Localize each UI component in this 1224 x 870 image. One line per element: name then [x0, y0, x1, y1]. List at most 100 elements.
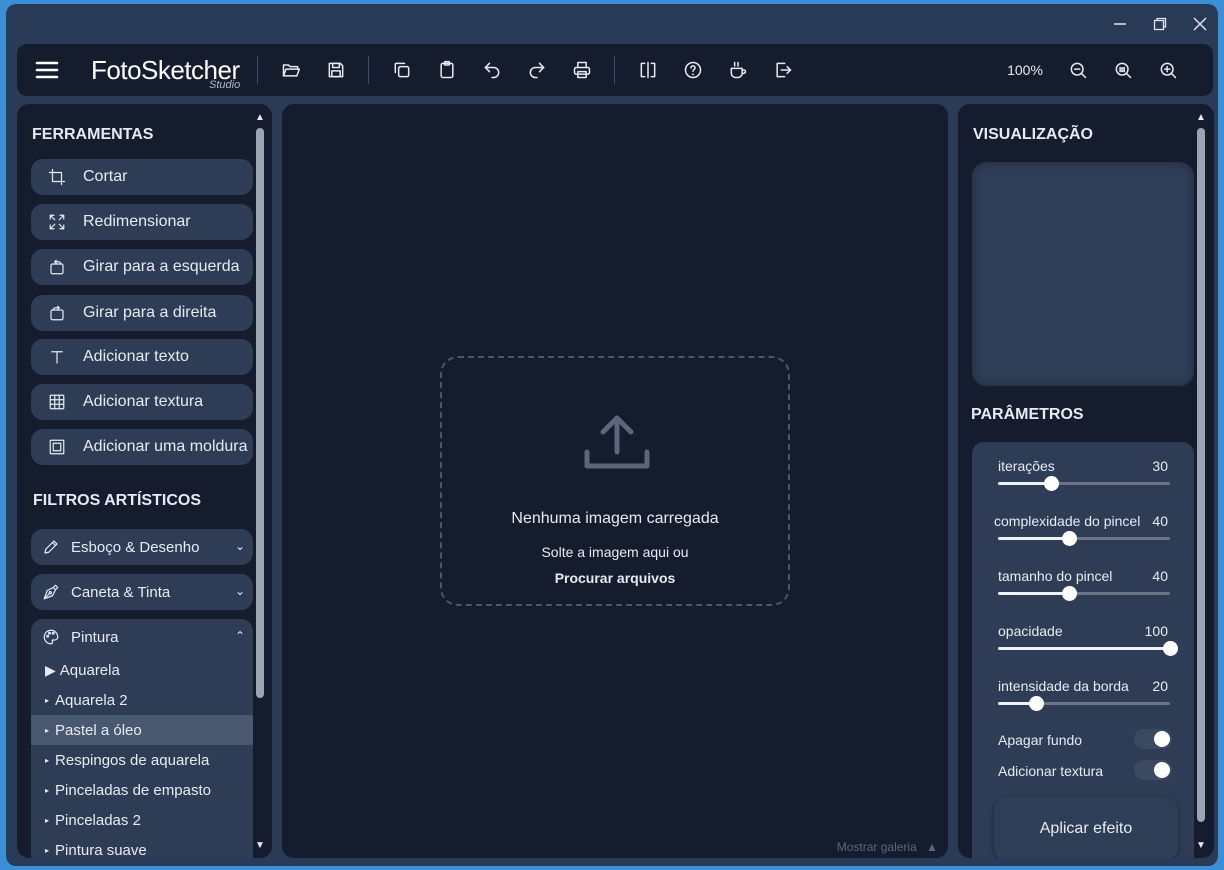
left-scrollbar-thumb[interactable] — [256, 128, 264, 698]
drop-zone[interactable]: Nenhuma imagem carregada Solte a imagem … — [440, 356, 790, 606]
filter-item-aquarela-2[interactable]: ▸ Aquarela 2 — [31, 685, 253, 715]
slider-fill — [998, 537, 1069, 540]
save-icon[interactable] — [313, 50, 358, 90]
tools-heading: FERRAMENTAS — [32, 126, 154, 143]
slider-track[interactable] — [998, 586, 1170, 601]
zoom-level: 100% — [1007, 62, 1043, 78]
slider-thumb[interactable] — [1044, 476, 1060, 491]
slider-track[interactable] — [998, 696, 1170, 711]
toolbar-divider — [257, 56, 258, 84]
add-text-button[interactable]: Adicionar texto — [31, 339, 253, 375]
show-gallery-label: Mostrar galeria — [836, 840, 917, 854]
app-logo: FotoSketcher Studio — [77, 44, 247, 96]
slider-label: complexidade do pincel — [994, 513, 1141, 529]
filter-group-sketch-label: Esboço & Desenho — [71, 538, 200, 556]
slider-value: 100 — [1144, 623, 1168, 639]
slider-track[interactable] — [998, 476, 1170, 491]
filter-item-label: Pintura suave — [55, 841, 147, 859]
filter-item-pinceladas-2[interactable]: ▸ Pinceladas 2 — [31, 805, 253, 835]
toggle-add-texture[interactable]: Adicionar textura — [998, 760, 1172, 780]
scroll-down-icon[interactable]: ▼ — [1196, 840, 1206, 851]
palette-icon — [31, 628, 71, 646]
show-gallery-toggle[interactable]: Mostrar galeria ▲ — [837, 840, 938, 854]
close-icon[interactable] — [1188, 12, 1212, 36]
filter-item-label: Pinceladas 2 — [55, 811, 141, 829]
add-texture-button[interactable]: Adicionar textura — [31, 384, 253, 420]
hamburger-menu-icon[interactable] — [17, 44, 77, 96]
resize-button[interactable]: Redimensionar — [31, 204, 253, 240]
filter-item-empasto[interactable]: ▸ Pinceladas de empasto — [31, 775, 253, 805]
scroll-up-icon[interactable]: ▲ — [1196, 112, 1206, 123]
parameters-heading: PARÂMETROS — [971, 406, 1084, 423]
filter-group-painting-header[interactable]: Pintura ⌃ — [31, 619, 253, 655]
toggle-label: Adicionar textura — [998, 763, 1104, 779]
add-text-label: Adicionar texto — [83, 348, 189, 365]
toolbar-divider — [368, 56, 369, 84]
window-controls — [1108, 12, 1212, 40]
browse-files-link[interactable]: Procurar arquivos — [442, 570, 788, 586]
compare-icon[interactable] — [625, 50, 670, 90]
right-scrollbar-thumb[interactable] — [1197, 128, 1205, 822]
toggle-label: Apagar fundo — [998, 732, 1083, 748]
slider-label: iterações — [998, 458, 1055, 474]
restore-icon[interactable] — [1148, 12, 1172, 36]
main-toolbar: FotoSketcher Studio 100% — [17, 44, 1213, 96]
paste-icon[interactable] — [424, 50, 469, 90]
toggle-remove-background[interactable]: Apagar fundo — [998, 729, 1172, 749]
copy-icon[interactable] — [379, 50, 424, 90]
slider-label: tamanho do pincel — [998, 568, 1113, 584]
filter-item-respingos[interactable]: ▸ Respingos de aquarela — [31, 745, 253, 775]
rotate-left-button[interactable]: Girar para a esquerda — [31, 249, 253, 285]
redo-icon[interactable] — [514, 50, 559, 90]
slider-track[interactable] — [998, 641, 1178, 656]
add-texture-label: Adicionar textura — [83, 393, 204, 410]
bullet-icon: ▸ — [45, 785, 50, 795]
bullet-icon: ▸ — [45, 725, 50, 735]
frame-icon — [31, 438, 83, 456]
slider-thumb[interactable] — [1163, 641, 1178, 656]
coffee-cup-icon[interactable] — [715, 50, 760, 90]
rotate-right-label: Girar para a direita — [83, 304, 217, 321]
pencil-icon — [31, 538, 71, 556]
apply-effect-button[interactable]: Aplicar efeito — [994, 797, 1178, 858]
toggle-knob — [1154, 762, 1170, 778]
scroll-down-icon[interactable]: ▼ — [255, 840, 265, 851]
bullet-icon: ▸ — [45, 845, 50, 855]
zoom-out-icon[interactable] — [1055, 50, 1100, 90]
app-edition: Studio — [209, 79, 241, 91]
zoom-in-icon[interactable] — [1145, 50, 1190, 90]
slider-thumb[interactable] — [1061, 586, 1077, 601]
slider-value: 30 — [1152, 458, 1168, 474]
filter-group-sketch[interactable]: Esboço & Desenho ⌄ — [31, 529, 253, 565]
upload-icon — [582, 410, 652, 485]
zoom-actual-size-icon[interactable] — [1100, 50, 1145, 90]
scroll-up-icon[interactable]: ▲ — [255, 112, 265, 123]
resize-label: Redimensionar — [83, 213, 191, 230]
open-folder-icon[interactable] — [268, 50, 313, 90]
slider-thumb[interactable] — [1061, 531, 1077, 546]
chevron-up-icon: ⌃ — [234, 629, 245, 643]
app-window: FotoSketcher Studio 100% FERRAMENTAS Cor… — [6, 4, 1218, 866]
add-frame-button[interactable]: Adicionar uma moldura — [31, 429, 253, 465]
slider-thumb[interactable] — [1028, 696, 1044, 711]
print-icon[interactable] — [559, 50, 604, 90]
exit-icon[interactable] — [760, 50, 805, 90]
filter-group-pen-ink-label: Caneta & Tinta — [71, 583, 171, 601]
rotate-right-button[interactable]: Girar para a direita — [31, 295, 253, 331]
filter-item-label: Respingos de aquarela — [55, 751, 210, 769]
filter-item-aquarela[interactable]: ▶ Aquarela — [31, 655, 253, 685]
grid-icon — [31, 393, 83, 411]
minimize-icon[interactable] — [1108, 12, 1132, 36]
toggle-switch[interactable] — [1134, 729, 1172, 749]
rotate-right-icon — [31, 304, 83, 322]
toggle-switch[interactable] — [1134, 760, 1172, 780]
filter-group-pen-ink[interactable]: Caneta & Tinta ⌄ — [31, 574, 253, 610]
undo-icon[interactable] — [469, 50, 514, 90]
filter-item-pastel-oleo[interactable]: ▸ Pastel a óleo — [31, 715, 253, 745]
slider-label: intensidade da borda — [998, 678, 1129, 694]
crop-button[interactable]: Cortar — [31, 159, 253, 195]
help-icon[interactable] — [670, 50, 715, 90]
slider-fill — [998, 592, 1069, 595]
filter-item-pintura-suave[interactable]: ▸ Pintura suave — [31, 835, 253, 859]
slider-track[interactable] — [998, 531, 1170, 546]
